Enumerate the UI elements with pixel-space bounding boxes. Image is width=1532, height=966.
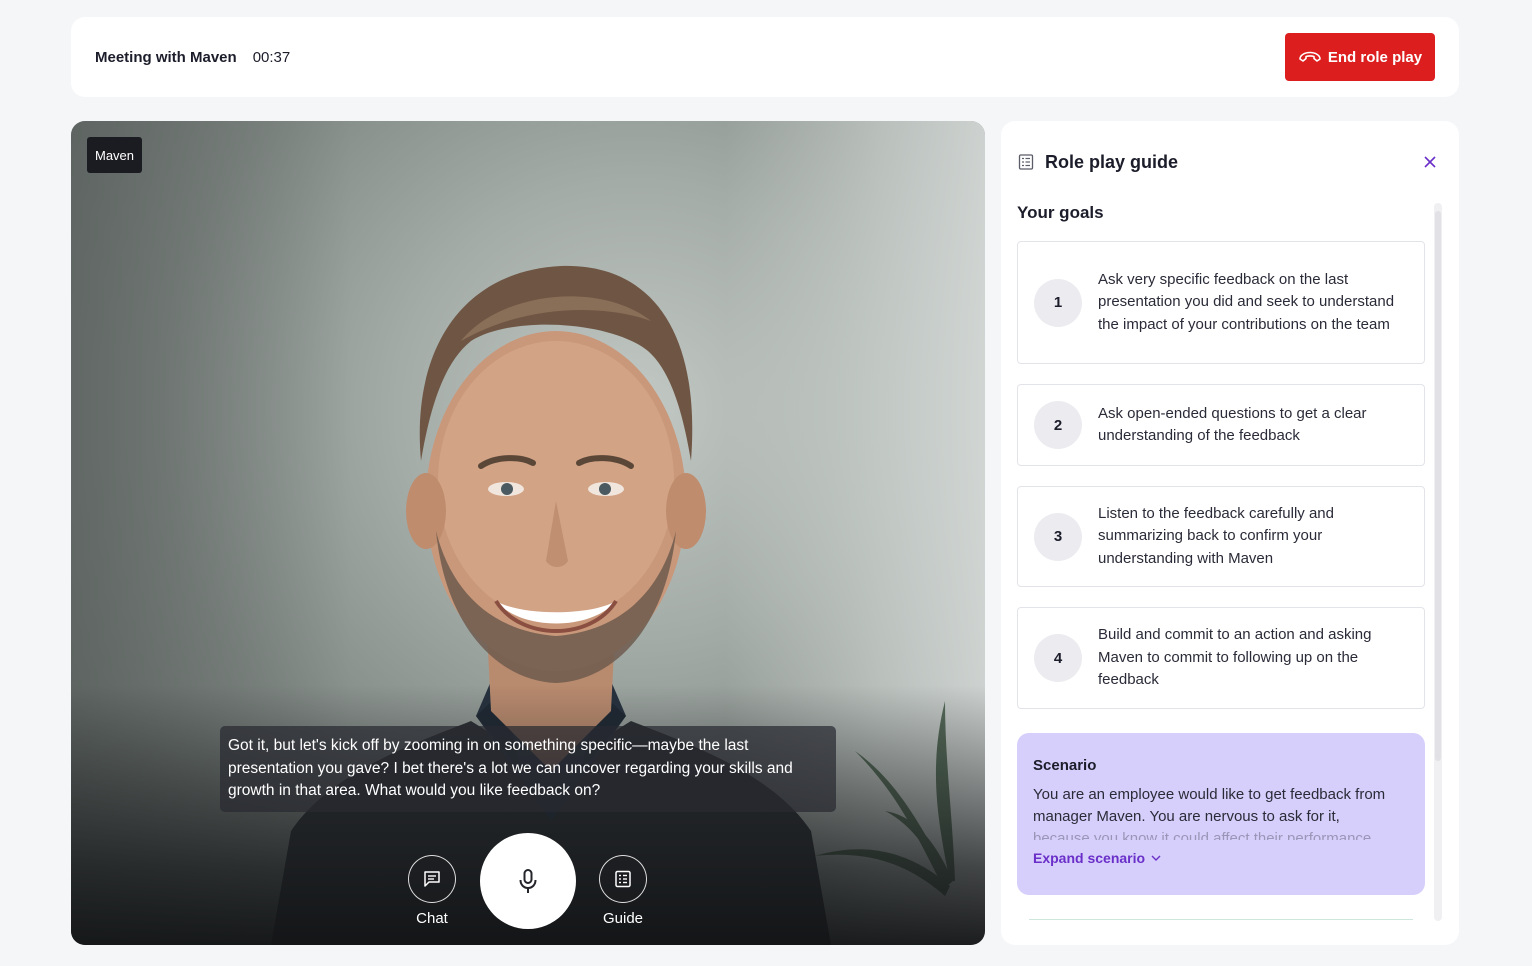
video-feed: Maven Got it, but let's kick off by zoom… [71,121,985,945]
end-role-play-label: End role play [1328,49,1422,66]
document-icon [1017,153,1035,171]
goal-item: 3 Listen to the feedback carefully and s… [1017,486,1425,587]
meeting-timer: 00:37 [253,49,291,66]
goal-item: 1 Ask very specific feedback on the last… [1017,241,1425,364]
scenario-text: You are an employee would like to get fe… [1033,784,1409,828]
guide-doc-icon [613,869,633,889]
guide-header: Role play guide [1017,149,1439,175]
goal-item: 4 Build and commit to an action and aski… [1017,607,1425,709]
close-guide-button[interactable] [1421,153,1439,171]
scenario-title: Scenario [1033,757,1409,774]
goal-number-badge: 2 [1034,401,1082,449]
chevron-down-icon [1151,855,1161,862]
chat-button[interactable] [408,855,456,903]
goals-heading: Your goals [1017,203,1104,223]
live-caption: Got it, but let's kick off by zooming in… [220,726,836,812]
scenario-text-faded: because you know it could affect their p… [1033,828,1409,840]
participant-name-tag: Maven [87,137,142,173]
guide-label: Guide [603,910,643,927]
goal-text: Build and commit to an action and asking… [1098,624,1408,692]
goal-text: Listen to the feedback carefully and sum… [1098,503,1408,571]
meeting-title: Meeting with Maven [95,49,237,66]
chat-control[interactable]: Chat [408,855,456,927]
role-play-guide-panel: Role play guide Your goals 1 Ask very sp… [1001,121,1459,945]
microphone-button[interactable] [480,833,576,929]
guide-control[interactable]: Guide [599,855,647,927]
goal-item: 2 Ask open-ended questions to get a clea… [1017,384,1425,466]
goal-text: Ask open-ended questions to get a clear … [1098,403,1408,448]
meeting-header: Meeting with Maven 00:37 End role play [71,17,1459,97]
section-divider [1029,919,1413,920]
scrollbar-thumb[interactable] [1435,211,1441,761]
close-icon [1424,156,1436,168]
chat-icon [422,869,442,889]
goal-number-badge: 1 [1034,279,1082,327]
guide-title: Role play guide [1045,152,1178,173]
guide-scrollbar[interactable] [1434,203,1442,921]
scenario-card: Scenario You are an employee would like … [1017,733,1425,895]
goal-number-badge: 4 [1034,634,1082,682]
end-role-play-button[interactable]: End role play [1285,33,1435,81]
guide-button[interactable] [599,855,647,903]
chat-label: Chat [416,910,448,927]
expand-scenario-label: Expand scenario [1033,850,1145,866]
goal-text: Ask very specific feedback on the last p… [1098,269,1408,337]
goal-number-badge: 3 [1034,513,1082,561]
microphone-icon [515,867,541,895]
hang-up-icon [1298,50,1322,64]
expand-scenario-link[interactable]: Expand scenario [1033,850,1409,866]
